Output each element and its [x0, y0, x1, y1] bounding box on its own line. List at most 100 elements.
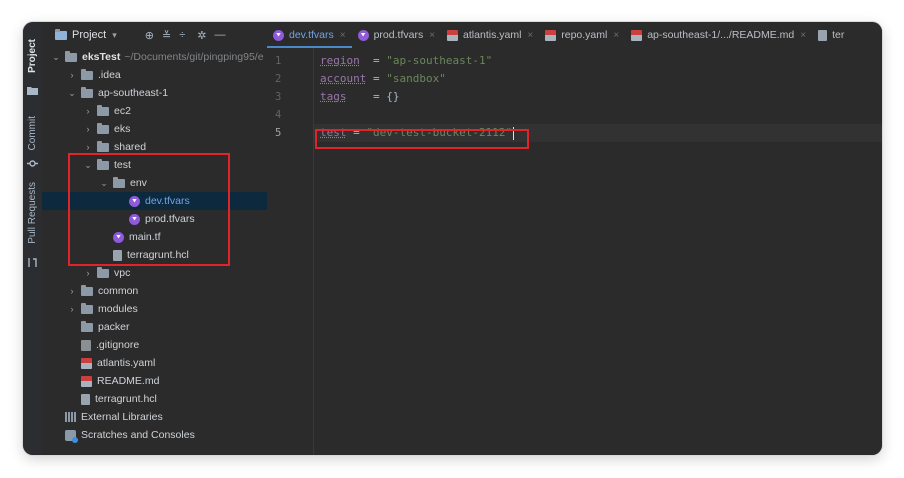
- tree-item-label: .gitignore: [96, 339, 140, 351]
- editor-tab[interactable]: prod.tfvars ×: [352, 22, 441, 48]
- tree-item[interactable]: README.md: [42, 372, 267, 390]
- scratches-icon: [65, 429, 78, 443]
- close-icon[interactable]: ×: [527, 30, 533, 41]
- tree-item-label: ap-southeast-1: [98, 87, 169, 99]
- editor-tab[interactable]: ap-southeast-1/.../README.md ×: [625, 22, 812, 48]
- terraform-icon: [273, 29, 284, 41]
- project-tool-label: Project: [27, 39, 38, 73]
- terraform-icon: [357, 29, 369, 41]
- tree-item[interactable]: › ec2: [42, 102, 267, 120]
- tree-item[interactable]: › vpc: [42, 264, 267, 282]
- yaml-file-icon: [631, 29, 643, 41]
- locate-icon[interactable]: ⊕: [145, 29, 154, 42]
- code-operator: =: [366, 72, 387, 85]
- highlight-box-test-folder: [68, 153, 230, 266]
- pull-requests-tool-tab[interactable]: Pull Requests: [23, 170, 42, 256]
- chevron-right-icon[interactable]: ›: [83, 142, 93, 152]
- close-icon[interactable]: ×: [800, 30, 806, 41]
- code-line: region = "ap-southeast-1": [320, 52, 492, 70]
- code-operator: =: [359, 54, 387, 67]
- tree-item-label: README.md: [97, 375, 160, 387]
- gitignore-icon: [81, 339, 91, 351]
- expand-all-icon[interactable]: ≚: [162, 29, 171, 42]
- collapse-all-icon[interactable]: ÷: [179, 29, 185, 41]
- project-tool-tab[interactable]: Project: [23, 26, 42, 86]
- gear-icon[interactable]: ✲: [197, 29, 206, 42]
- line-number-gutter: 1 2 3 4 5: [267, 48, 314, 455]
- tree-item-label: eksTest: [82, 51, 121, 63]
- tool-window-strip: Project Commit Pull Requests: [23, 22, 43, 455]
- editor-tab-label: atlantis.yaml: [463, 29, 522, 41]
- editor-tab[interactable]: ter: [812, 22, 850, 48]
- editor-tab[interactable]: dev.tfvars ×: [267, 22, 352, 48]
- code-editor[interactable]: region = "ap-southeast-1" account = "sand…: [314, 48, 882, 455]
- yaml-file-icon: [81, 375, 92, 387]
- tree-item[interactable]: ⌄ ap-southeast-1: [42, 84, 267, 102]
- project-view-selector[interactable]: Project: [72, 29, 106, 41]
- tree-item-label: vpc: [114, 267, 131, 279]
- close-icon[interactable]: ×: [429, 30, 435, 41]
- tree-item[interactable]: › modules: [42, 300, 267, 318]
- project-path: ~/Documents/git/pingping95/e: [124, 51, 264, 63]
- project-view-icon: [55, 28, 67, 40]
- tree-item-label: modules: [98, 303, 138, 315]
- code-value: "ap-southeast-1": [386, 54, 493, 67]
- tree-item[interactable]: Scratches and Consoles: [42, 426, 267, 444]
- folder-icon: [97, 266, 109, 278]
- line-number: 5: [275, 127, 282, 139]
- editor-tab[interactable]: atlantis.yaml ×: [441, 22, 539, 48]
- file-icon: [81, 393, 90, 405]
- yaml-file-icon: [81, 357, 92, 369]
- chevron-down-icon[interactable]: ⌄: [51, 52, 61, 63]
- tree-item[interactable]: › common: [42, 282, 267, 300]
- folder-icon: [81, 302, 93, 314]
- chevron-right-icon[interactable]: ›: [67, 70, 77, 80]
- ide-window: Project Commit Pull Requests Project ▾ ⊕…: [23, 22, 882, 455]
- commit-icon: [27, 160, 38, 167]
- tree-item[interactable]: ⌄ eksTest ~/Documents/git/pingping95/e: [42, 48, 267, 66]
- tree-item[interactable]: .gitignore: [42, 336, 267, 354]
- chevron-right-icon[interactable]: ›: [67, 286, 77, 296]
- editor-tab-bar: dev.tfvars × prod.tfvars × atlantis.yaml × rep…: [267, 22, 882, 49]
- chevron-right-icon[interactable]: ›: [83, 124, 93, 134]
- folder-icon: [81, 68, 93, 80]
- folder-icon: [81, 284, 93, 296]
- chevron-right-icon[interactable]: ›: [83, 106, 93, 116]
- folder-icon: [97, 104, 109, 116]
- line-number: 4: [275, 109, 282, 121]
- editor-tab-label: prod.tfvars: [373, 29, 424, 41]
- tree-item-label: terragrunt.hcl: [95, 393, 157, 405]
- chevron-down-icon[interactable]: ▾: [112, 30, 117, 41]
- yaml-file-icon: [447, 29, 459, 41]
- chevron-right-icon[interactable]: ›: [83, 268, 93, 278]
- tree-item-label: ec2: [114, 105, 131, 117]
- chevron-down-icon[interactable]: ⌄: [67, 88, 77, 99]
- tree-item[interactable]: packer: [42, 318, 267, 336]
- tree-item-label: .idea: [98, 69, 121, 81]
- tree-item[interactable]: atlantis.yaml: [42, 354, 267, 372]
- folder-icon: [81, 320, 93, 332]
- tree-item-label: shared: [114, 141, 147, 153]
- code-key: tags: [320, 90, 347, 103]
- tree-item-label: packer: [98, 321, 130, 333]
- close-icon[interactable]: ×: [340, 30, 346, 41]
- folder-icon: [97, 122, 109, 134]
- highlight-box-test-line: [315, 129, 529, 149]
- line-number: 2: [275, 73, 282, 85]
- tree-item[interactable]: › eks: [42, 120, 267, 138]
- close-icon[interactable]: ×: [613, 30, 619, 41]
- chevron-right-icon[interactable]: ›: [67, 304, 77, 314]
- tree-item[interactable]: External Libraries: [42, 408, 267, 426]
- hide-icon[interactable]: —: [214, 29, 225, 41]
- commit-tool-tab[interactable]: Commit: [23, 108, 42, 158]
- line-number: 3: [275, 91, 282, 103]
- editor-tab-label: repo.yaml: [561, 29, 608, 41]
- editor-tab[interactable]: repo.yaml ×: [539, 22, 625, 48]
- tree-item-label: Scratches and Consoles: [81, 429, 195, 441]
- tree-item[interactable]: terragrunt.hcl: [42, 390, 267, 408]
- tree-item[interactable]: › .idea: [42, 66, 267, 84]
- editor-tab-label: dev.tfvars: [289, 29, 334, 41]
- tree-item-label: atlantis.yaml: [97, 357, 156, 369]
- code-value: {}: [386, 90, 400, 103]
- pull-requests-tool-label: Pull Requests: [27, 182, 38, 244]
